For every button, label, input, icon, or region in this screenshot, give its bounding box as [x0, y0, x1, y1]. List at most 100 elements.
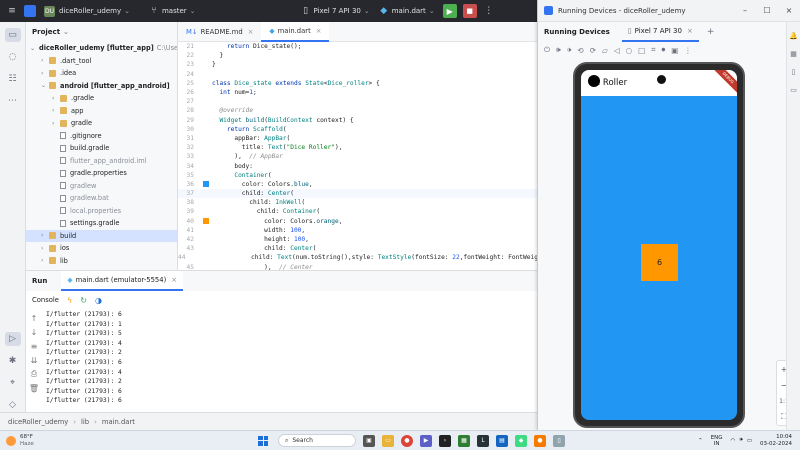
device-tab[interactable]: ▯ Pixel 7 API 30 ×: [621, 22, 699, 42]
home-icon[interactable]: ○: [626, 46, 633, 55]
tree-item[interactable]: › .gradle: [26, 92, 177, 105]
notifications-icon[interactable]: 🔔: [787, 32, 800, 40]
weather-widget[interactable]: 68°F Haze: [0, 434, 120, 447]
android-studio-icon[interactable]: ◆: [515, 434, 527, 447]
chevron-down-icon[interactable]: ⌄: [41, 82, 49, 89]
print-icon[interactable]: ⎙: [26, 367, 42, 381]
gradle-icon[interactable]: ▦: [787, 50, 800, 58]
run-button[interactable]: ▶: [442, 4, 457, 18]
tree-item[interactable]: .gitignore: [26, 130, 177, 143]
hot-reload-icon[interactable]: ϟ: [67, 296, 72, 305]
breadcrumb-item[interactable]: main.dart: [102, 418, 135, 426]
chevron-right-icon[interactable]: ›: [41, 257, 49, 264]
commit-tool-icon[interactable]: ◌: [5, 50, 21, 64]
breadcrumb-item[interactable]: diceRoller_udemy: [8, 418, 68, 426]
dice-button[interactable]: 6: [641, 244, 678, 281]
tree-item[interactable]: build.gradle: [26, 142, 177, 155]
battery-icon[interactable]: ▭: [747, 438, 752, 444]
inspect-tool-icon[interactable]: ⌖: [5, 376, 21, 390]
running-devices-icon[interactable]: ▭: [787, 86, 800, 94]
language-indicator[interactable]: ENG IN: [711, 435, 723, 447]
blue-app-icon[interactable]: ▤: [496, 434, 508, 447]
color-swatch-icon[interactable]: [203, 218, 209, 225]
code-line[interactable]: 44 child: Text(num.toString(),style: Tex…: [178, 253, 540, 262]
close-icon[interactable]: ×: [171, 276, 177, 284]
code-line[interactable]: 22 }: [178, 51, 540, 60]
code-line[interactable]: 30 return Scaffold(: [178, 125, 540, 134]
tree-item[interactable]: gradle.properties: [26, 167, 177, 180]
code-line[interactable]: 39 child: Container(: [178, 207, 540, 216]
terminal-icon[interactable]: ›: [439, 434, 451, 447]
more-actions-icon[interactable]: ⋮: [684, 46, 692, 55]
editor-tab[interactable]: ◆ main.dart ×: [261, 22, 330, 42]
code-line[interactable]: 33 ), // AppBar: [178, 152, 540, 161]
console-tab[interactable]: Console: [32, 296, 59, 304]
branch-switcher[interactable]: ⑂ master ⌄: [148, 5, 195, 17]
taskbar-search[interactable]: ⌕ Search: [278, 434, 356, 447]
tree-item[interactable]: settings.gradle: [26, 217, 177, 230]
chevron-right-icon[interactable]: ›: [41, 232, 49, 239]
breadcrumb-item[interactable]: lib: [81, 418, 89, 426]
wifi-icon[interactable]: ◠: [731, 438, 736, 444]
minimize-icon[interactable]: –: [734, 6, 756, 15]
volume-down-icon[interactable]: 🕩: [567, 45, 572, 55]
tree-item[interactable]: gradlew: [26, 180, 177, 193]
snapshot-icon[interactable]: ▣: [671, 46, 678, 55]
chevron-right-icon[interactable]: ›: [52, 95, 60, 102]
code-line[interactable]: 40 color: Colors.orange,: [178, 217, 540, 226]
arrow-down-icon[interactable]: ↓: [26, 325, 42, 339]
code-line[interactable]: 31 appBar: AppBar(: [178, 134, 540, 143]
rotate-left-icon[interactable]: ⟲: [577, 46, 583, 55]
tree-item[interactable]: gradlew.bat: [26, 192, 177, 205]
tree-item[interactable]: ⌄ diceRoller_udemy [flutter_app]C:\Users\: [26, 42, 177, 55]
close-icon[interactable]: ×: [687, 27, 693, 35]
meet-icon[interactable]: ▶: [420, 434, 432, 447]
code-line[interactable]: 26 int num=1;: [178, 88, 540, 97]
file-explorer-icon[interactable]: ▭: [382, 434, 394, 447]
code-line[interactable]: 24: [178, 70, 540, 79]
tray-chevron-icon[interactable]: ⌃: [698, 438, 703, 444]
trash-icon[interactable]: 🗑: [26, 381, 42, 395]
devtools-icon[interactable]: ◑: [95, 296, 102, 305]
tree-item[interactable]: › gradle: [26, 117, 177, 130]
chrome-icon[interactable]: ●: [401, 434, 413, 447]
project-switcher[interactable]: DU diceRoller_udemy ⌄: [44, 5, 130, 17]
code-line[interactable]: 28 @override: [178, 106, 540, 115]
chevron-right-icon[interactable]: ›: [41, 57, 49, 64]
code-line[interactable]: 35 Container(: [178, 171, 540, 180]
chevron-right-icon[interactable]: ›: [52, 107, 60, 114]
device-manager-icon[interactable]: ▯: [787, 68, 800, 76]
windows-start-icon[interactable]: [258, 435, 268, 446]
task-view-icon[interactable]: ▣: [363, 434, 375, 447]
code-line[interactable]: 38 child: InkWell(: [178, 198, 540, 207]
hot-restart-icon[interactable]: ↻: [80, 296, 87, 305]
tree-item[interactable]: › app: [26, 105, 177, 118]
code-line[interactable]: 25 class Dice_state extends State<Dice_ro…: [178, 79, 540, 88]
overview-icon[interactable]: □: [638, 46, 645, 55]
emulator-icon[interactable]: ▯: [553, 434, 565, 447]
speaker-icon[interactable]: 🕪: [739, 437, 742, 444]
project-panel-header[interactable]: Project ⌄: [26, 22, 177, 42]
chevron-right-icon[interactable]: ›: [52, 120, 60, 127]
chevron-right-icon[interactable]: ›: [41, 70, 49, 77]
code-line[interactable]: 45 ), // Center: [178, 263, 540, 270]
code-line[interactable]: 21 return Dice_state();: [178, 42, 540, 51]
editor-tab[interactable]: M↓ README.md ×: [178, 22, 261, 42]
code-line[interactable]: 23}: [178, 60, 540, 69]
volume-up-icon[interactable]: 🕪: [556, 45, 561, 55]
tree-item[interactable]: › lib: [26, 255, 177, 268]
more-actions-icon[interactable]: ⋮: [483, 5, 495, 17]
screenshot-icon[interactable]: ⌗: [651, 45, 655, 55]
fold-icon[interactable]: ▱: [602, 46, 608, 55]
code-line[interactable]: 36 color: Colors.blue,: [178, 180, 540, 189]
maximize-icon[interactable]: ☐: [756, 6, 778, 15]
scroll-to-end-icon[interactable]: ⇊: [26, 353, 42, 367]
structure-tool-icon[interactable]: ☷: [5, 72, 21, 86]
stop-button[interactable]: ■: [462, 4, 477, 18]
tree-item[interactable]: › build: [26, 229, 177, 242]
code-line[interactable]: 41 width: 100,: [178, 226, 540, 235]
orange-app-icon[interactable]: ●: [534, 434, 546, 447]
close-window-icon[interactable]: ×: [778, 6, 800, 15]
close-icon[interactable]: ×: [248, 28, 254, 36]
tree-item[interactable]: › .dart_tool: [26, 55, 177, 68]
